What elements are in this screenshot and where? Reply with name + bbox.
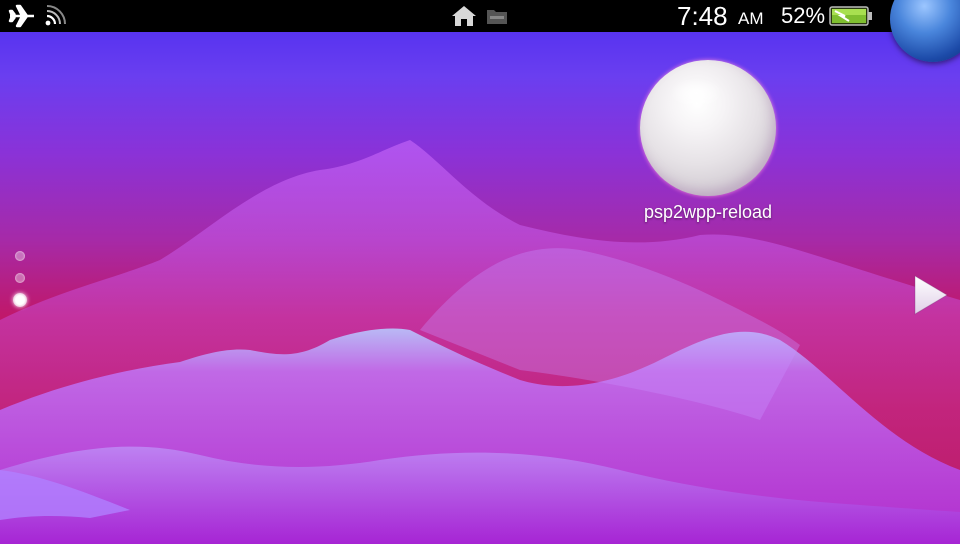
clock-ampm: AM	[738, 9, 764, 28]
battery-percent: 52%	[781, 3, 826, 28]
wallpaper	[0, 140, 960, 544]
page-dot-3-current[interactable]	[13, 293, 27, 307]
battery-charging-icon	[829, 6, 872, 26]
folder-icon[interactable]	[486, 6, 508, 26]
app-bubble-psp2wpp-reload[interactable]	[640, 60, 776, 196]
home-icon[interactable]	[451, 5, 477, 27]
next-page-arrow-icon[interactable]	[912, 274, 950, 316]
status-bar: 7:48 AM 52%	[0, 0, 960, 32]
bubble-shine	[670, 78, 722, 108]
page-dot-1[interactable]	[15, 251, 25, 261]
page-dot-2[interactable]	[15, 273, 25, 283]
airplane-icon	[8, 4, 34, 28]
wifi-signal-icon	[45, 5, 66, 26]
home-screen: 7:48 AM 52% psp2wpp-reload	[0, 0, 960, 544]
app-label[interactable]: psp2wpp-reload	[610, 201, 806, 223]
clock-time: 7:48	[677, 1, 728, 31]
